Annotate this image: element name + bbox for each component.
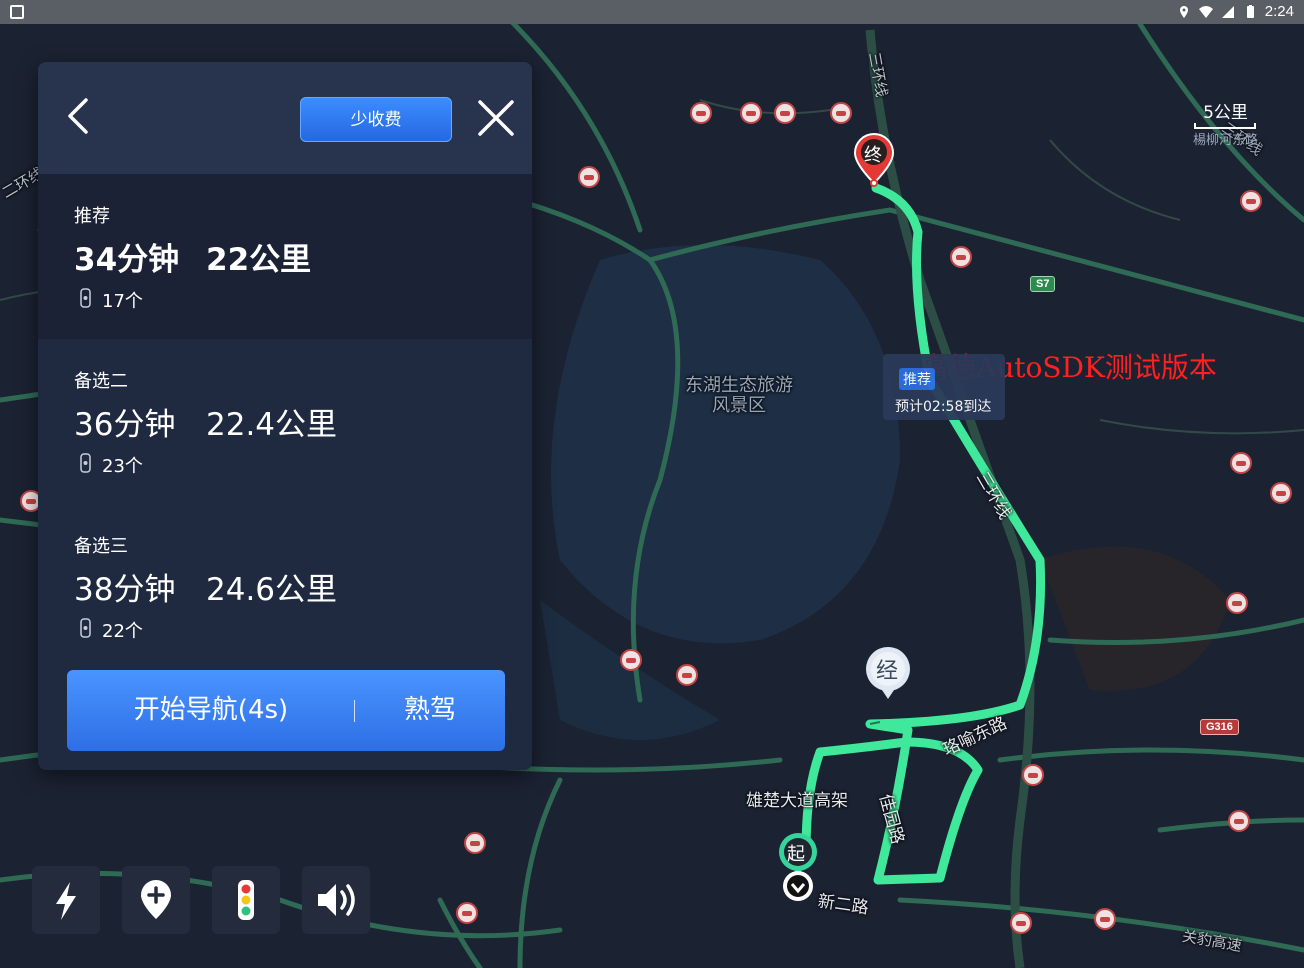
- familiar-drive-button[interactable]: 熟驾: [355, 670, 505, 751]
- poi-marker[interactable]: [740, 102, 762, 124]
- poi-marker[interactable]: [1270, 482, 1292, 504]
- wifi-icon: [1198, 5, 1213, 18]
- add-waypoint-button[interactable]: [122, 866, 190, 934]
- poi-marker[interactable]: [676, 664, 698, 686]
- route-label: 备选三: [74, 536, 128, 557]
- start-pin-label: 起: [787, 844, 805, 865]
- less-toll-button[interactable]: 少收费: [300, 97, 452, 142]
- poi-marker[interactable]: [1010, 912, 1032, 934]
- route-option-1[interactable]: 推荐 34分钟 22公里 17个: [38, 174, 532, 339]
- poi-marker[interactable]: [464, 832, 486, 854]
- poi-marker[interactable]: [1094, 908, 1116, 930]
- route-time: 38分钟: [74, 572, 176, 608]
- road-label-xiongchu: 雄楚大道高架: [746, 791, 848, 811]
- poi-marker[interactable]: [1022, 764, 1044, 786]
- close-button[interactable]: [474, 96, 518, 140]
- traffic-light-icon: [80, 288, 91, 308]
- traffic-light-icon: [238, 880, 254, 920]
- route-panel: 少收费 推荐 34分钟 22公里 17个 备选二 36分钟 22.4公里 23个…: [38, 62, 532, 770]
- volume-button[interactable]: [302, 866, 370, 934]
- flash-icon: [56, 882, 76, 920]
- poi-marker[interactable]: [830, 102, 852, 124]
- route-time: 34分钟: [74, 242, 180, 278]
- scale-value: 5公里: [1203, 103, 1248, 123]
- poi-marker[interactable]: [1228, 810, 1250, 832]
- route-label: 备选二: [74, 371, 128, 392]
- eta-text: 预计02:58到达: [895, 399, 992, 415]
- route-lights: 23个: [102, 456, 143, 477]
- back-button[interactable]: [60, 96, 100, 136]
- traffic-light-icon: [80, 618, 91, 638]
- poi-marker[interactable]: [690, 102, 712, 124]
- poi-marker[interactable]: [620, 649, 642, 671]
- status-icons: 2:24: [1177, 3, 1294, 20]
- panel-header: 少收费: [38, 62, 532, 174]
- signal-icon: [1221, 5, 1234, 18]
- poi-marker[interactable]: [774, 102, 796, 124]
- poi-marker[interactable]: [578, 166, 600, 188]
- start-pin[interactable]: 起: [775, 832, 821, 902]
- via-pin[interactable]: 经: [862, 645, 914, 703]
- notification-icon: [10, 5, 24, 19]
- poi-marker[interactable]: [1230, 452, 1252, 474]
- poi-marker[interactable]: [1240, 190, 1262, 212]
- road-badge-s7: S7: [1030, 276, 1056, 292]
- traffic-button[interactable]: [212, 866, 280, 934]
- poi-marker[interactable]: [950, 246, 972, 268]
- end-pin[interactable]: 终: [852, 132, 896, 188]
- poi-marker[interactable]: [456, 902, 478, 924]
- route-eta-card[interactable]: 推荐 预计02:58到达: [883, 354, 1005, 420]
- close-icon: [478, 100, 514, 136]
- via-pin-label: 经: [876, 659, 899, 684]
- route-time: 36分钟: [74, 407, 176, 443]
- road-badge-g316: G316: [1200, 719, 1239, 735]
- route-distance: 24.6公里: [206, 572, 338, 608]
- route-label: 推荐: [74, 206, 110, 227]
- end-pin-label: 终: [864, 145, 882, 166]
- recommend-tag: 推荐: [899, 368, 935, 390]
- volume-icon: [318, 884, 355, 916]
- start-navigation-bar: 开始导航(4s) 熟驾: [67, 670, 505, 751]
- battery-icon: [1246, 4, 1254, 18]
- screen: 2:24 高德AutoSDK测试版本 东湖生态旅游风景区 三环线 三环线 二环线…: [0, 0, 1304, 968]
- route-option-2[interactable]: 备选二 36分钟 22.4公里 23个: [38, 339, 532, 504]
- poi-marker[interactable]: [1226, 592, 1248, 614]
- start-navigation-button[interactable]: 开始导航(4s): [67, 670, 355, 751]
- location-icon: [1179, 5, 1188, 18]
- chevron-left-icon: [68, 98, 88, 134]
- clock: 2:24: [1264, 3, 1294, 20]
- flash-button[interactable]: [32, 866, 100, 934]
- map-scale: 5公里 楊柳河东路: [1193, 98, 1258, 148]
- route-distance: 22公里: [206, 242, 312, 278]
- route-lights: 22个: [102, 621, 143, 642]
- traffic-light-icon: [80, 453, 91, 473]
- scale-sub-label: 楊柳河东路: [1192, 133, 1258, 148]
- route-option-3[interactable]: 备选三 38分钟 24.6公里 22个: [38, 504, 532, 669]
- add-waypoint-icon: [141, 880, 171, 919]
- status-bar: 2:24: [0, 0, 1304, 24]
- area-label: 东湖生态旅游风景区: [685, 375, 793, 416]
- route-distance: 22.4公里: [206, 407, 338, 443]
- route-lights: 17个: [102, 291, 143, 312]
